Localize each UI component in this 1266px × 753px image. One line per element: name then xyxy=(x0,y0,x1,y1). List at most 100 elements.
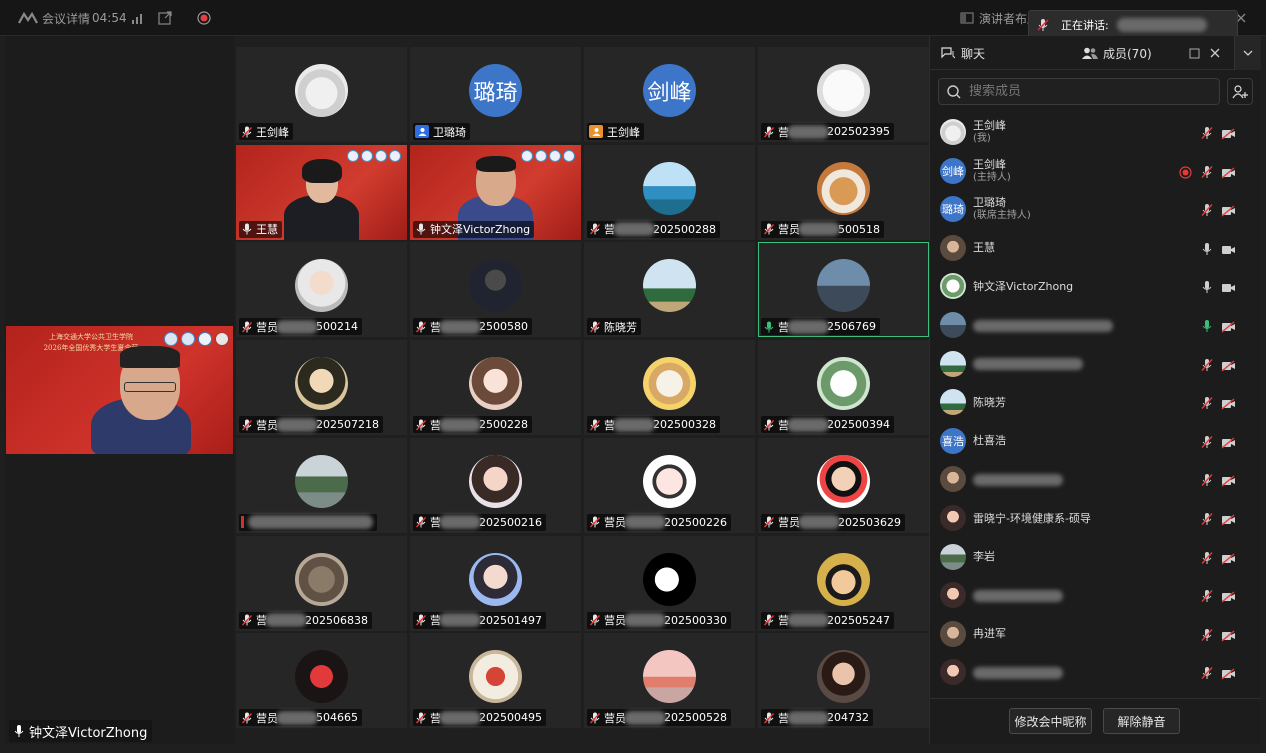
collapse-chevron-icon[interactable] xyxy=(1234,36,1261,70)
camera-off-icon[interactable] xyxy=(1221,550,1235,565)
member-mic-icon[interactable] xyxy=(1201,241,1215,255)
participant-tile[interactable]: 营员 202507218 xyxy=(236,340,407,436)
member-row[interactable] xyxy=(930,306,1261,344)
member-row[interactable]: 王剑峰 (我) xyxy=(930,113,1261,151)
participant-tile[interactable]: 王慧 xyxy=(236,144,407,240)
redacted-name xyxy=(973,666,1063,679)
participant-tile[interactable]: 营 202500216 xyxy=(410,437,581,533)
member-mic-muted-icon[interactable] xyxy=(1201,164,1215,178)
signal-icon[interactable] xyxy=(131,0,145,36)
participant-tile[interactable]: 营 202502395 xyxy=(758,47,929,142)
member-row[interactable] xyxy=(930,460,1261,498)
participant-tile[interactable]: 营员 202500528 xyxy=(584,633,755,729)
participant-tile[interactable]: 营 202506838 xyxy=(236,535,407,631)
participant-tile[interactable]: 营 202500328 xyxy=(584,340,755,436)
camera-off-icon[interactable] xyxy=(1221,318,1235,333)
member-row[interactable]: 剑峰 王剑峰 (主持人) xyxy=(930,152,1261,190)
camera-off-icon[interactable] xyxy=(1221,665,1235,680)
member-mic-muted-icon[interactable] xyxy=(1201,395,1215,410)
avatar-initials: 璐琦 xyxy=(942,203,964,217)
member-avatar xyxy=(940,620,966,647)
member-mic-muted-icon[interactable] xyxy=(1201,472,1215,487)
member-search[interactable] xyxy=(938,78,1220,105)
member-mic-icon[interactable] xyxy=(1201,318,1215,332)
participant-id: 500214 xyxy=(316,320,358,334)
member-mic-muted-icon[interactable] xyxy=(1201,434,1215,448)
member-name: 雷晓宁-环境健康系-硕导 xyxy=(973,511,1091,525)
member-row[interactable]: 喜浩 杜喜浩 xyxy=(930,422,1261,460)
member-mic-muted-icon[interactable] xyxy=(1201,588,1215,603)
member-row[interactable]: 璐琦 卫璐琦 (联席主持人) xyxy=(930,190,1261,228)
member-mic-muted-icon[interactable] xyxy=(1201,357,1215,371)
participant-tile[interactable]: 剑峰 王剑峰 xyxy=(584,47,755,142)
share-icon[interactable] xyxy=(158,0,172,36)
participant-tile[interactable]: 营 202500495 xyxy=(410,633,581,729)
member-mic-muted-icon[interactable] xyxy=(1201,125,1215,139)
camera-off-icon[interactable] xyxy=(1221,164,1235,179)
participant-tile[interactable]: 营员 504665 xyxy=(236,633,407,729)
participant-avatar xyxy=(643,552,696,606)
member-row[interactable] xyxy=(930,576,1261,614)
participant-tile[interactable]: 营员 202500330 xyxy=(584,535,755,631)
participant-tile[interactable]: 营 202505247 xyxy=(758,535,929,631)
participant-avatar xyxy=(295,259,348,313)
participant-tile[interactable] xyxy=(236,437,407,533)
member-row[interactable]: 雷晓宁-环境健康系-硕导 xyxy=(930,499,1261,537)
member-search-input[interactable] xyxy=(969,84,1209,99)
camera-icon[interactable] xyxy=(1221,241,1235,255)
member-row[interactable] xyxy=(930,653,1261,691)
participant-name-tag: 陈晓芳 xyxy=(587,318,641,336)
member-row[interactable]: 陈晓芳 xyxy=(930,383,1261,421)
tab-chat[interactable]: 聊天 xyxy=(941,36,985,70)
participant-tile[interactable]: 营员 500214 xyxy=(236,242,407,338)
unmute-button[interactable]: 解除静音 xyxy=(1103,708,1180,734)
mic-muted-icon xyxy=(589,419,601,431)
participant-tile[interactable]: 营员 202500226 xyxy=(584,437,755,533)
member-row[interactable]: 钟文泽VictorZhong xyxy=(930,267,1261,305)
main-speaker-video[interactable]: 上海交通大学公共卫生学院 2026年全国优秀大学生夏令营 xyxy=(6,326,233,454)
member-row[interactable] xyxy=(930,345,1261,383)
rename-button[interactable]: 修改会中昵称 xyxy=(1009,708,1092,734)
camera-off-icon[interactable] xyxy=(1221,434,1235,449)
member-mic-muted-icon[interactable] xyxy=(1201,511,1215,525)
camera-off-icon[interactable] xyxy=(1221,357,1235,372)
participant-tile[interactable]: 王剑峰 xyxy=(236,47,407,142)
participant-tile[interactable]: 营 202500288 xyxy=(584,144,755,240)
member-name-block: 李岩 xyxy=(973,550,995,563)
participant-tile[interactable]: 钟文泽VictorZhong xyxy=(410,144,581,240)
member-row[interactable]: 冉进军 xyxy=(930,615,1261,653)
close-panel-icon[interactable] xyxy=(1210,36,1220,70)
camera-off-icon[interactable] xyxy=(1221,472,1235,487)
participant-tile[interactable]: 营 204732 xyxy=(758,633,929,729)
camera-off-icon[interactable] xyxy=(1221,627,1235,642)
participant-tile[interactable]: 营 202500394 xyxy=(758,340,929,436)
popout-icon[interactable] xyxy=(1189,36,1200,70)
tab-members[interactable]: 成员(70) xyxy=(1082,36,1152,70)
participant-tile[interactable]: 营员 500518 xyxy=(758,144,929,240)
meeting-details-button[interactable]: 会议详情 xyxy=(18,0,90,36)
member-mic-muted-icon[interactable] xyxy=(1201,550,1215,564)
camera-off-icon[interactable] xyxy=(1221,202,1235,217)
member-mic-muted-icon[interactable] xyxy=(1201,627,1215,641)
participant-name: 卫璐琦 xyxy=(433,125,466,139)
participant-tile[interactable]: 营 2500228 xyxy=(410,340,581,436)
member-row[interactable]: 李岩 xyxy=(930,538,1261,576)
record-indicator-icon[interactable] xyxy=(197,0,211,36)
camera-off-icon[interactable] xyxy=(1221,395,1235,410)
invite-member-button[interactable] xyxy=(1227,78,1253,105)
camera-icon[interactable] xyxy=(1221,279,1235,293)
participant-tile[interactable]: 陈晓芳 xyxy=(584,242,755,338)
participant-tile[interactable]: 营员 202503629 xyxy=(758,437,929,533)
participant-tile[interactable]: 璐琦 卫璐琦 xyxy=(410,47,581,142)
member-mic-muted-icon[interactable] xyxy=(1201,202,1215,217)
camera-off-icon[interactable] xyxy=(1221,588,1235,603)
participant-tile[interactable]: 营 2500580 xyxy=(410,242,581,338)
participant-tile[interactable]: 营 2506769 xyxy=(758,242,929,338)
participant-id: 202505247 xyxy=(827,613,890,627)
camera-off-icon[interactable] xyxy=(1221,511,1235,526)
member-mic-icon[interactable] xyxy=(1201,279,1215,294)
participant-tile[interactable]: 营 202501497 xyxy=(410,535,581,631)
member-mic-muted-icon[interactable] xyxy=(1201,665,1215,680)
member-row[interactable]: 王慧 xyxy=(930,229,1261,267)
camera-off-icon[interactable] xyxy=(1221,125,1235,140)
